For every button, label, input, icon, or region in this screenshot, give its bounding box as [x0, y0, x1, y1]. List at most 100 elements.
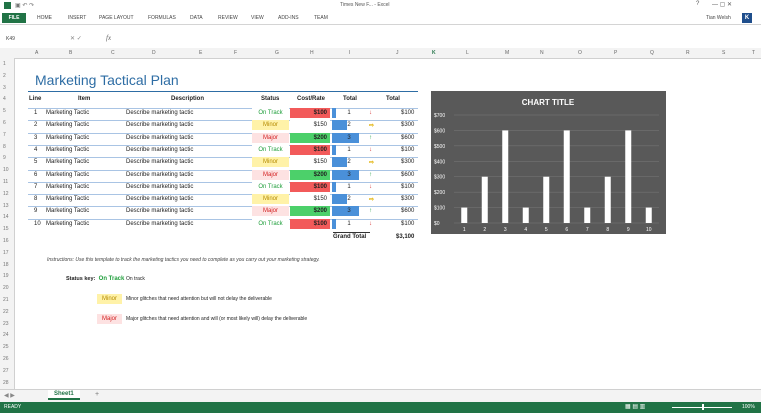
row-header[interactable]: 10 — [3, 167, 9, 173]
cell-item[interactable]: Marketing Tactic — [46, 110, 89, 116]
cell-line[interactable]: 3 — [34, 135, 37, 141]
column-header-g[interactable]: G — [275, 50, 279, 56]
user-name[interactable]: Tian Welsh — [706, 15, 731, 21]
row-header[interactable]: 11 — [3, 179, 8, 185]
cell-cost[interactable]: $150 — [290, 157, 330, 168]
column-header-a[interactable]: A — [35, 50, 38, 56]
column-header-s[interactable]: S — [722, 50, 725, 56]
cell-cost[interactable]: $150 — [290, 194, 330, 205]
cell-total[interactable]: $600 — [401, 135, 414, 141]
row-header[interactable]: 22 — [3, 309, 9, 315]
view-mode-icons[interactable]: ▦ ▤ ▥ — [625, 403, 645, 410]
tab-file[interactable]: FILE — [2, 13, 26, 23]
zoom-level[interactable]: 100% — [742, 404, 755, 410]
cell-total[interactable]: $300 — [401, 122, 414, 128]
tab-formulas[interactable]: FORMULAS — [148, 15, 176, 21]
cell-status[interactable]: Major — [252, 169, 289, 180]
cell-description[interactable]: Describe marketing tactic — [126, 147, 193, 153]
add-sheet-button[interactable]: + — [95, 391, 99, 398]
row-header[interactable]: 26 — [3, 356, 9, 362]
cell-quantity[interactable]: 3 — [344, 170, 354, 180]
cell-item[interactable]: Marketing Tactic — [46, 208, 89, 214]
cell-quantity[interactable]: 3 — [344, 133, 354, 143]
cell-description[interactable]: Describe marketing tactic — [126, 196, 193, 202]
tab-page-layout[interactable]: PAGE LAYOUT — [99, 15, 134, 21]
cell-total[interactable]: $100 — [401, 147, 414, 153]
cell-total[interactable]: $600 — [401, 208, 414, 214]
cell-quantity[interactable]: 1 — [344, 182, 354, 192]
cell-item[interactable]: Marketing Tactic — [46, 221, 89, 227]
window-controls[interactable]: — ▢ ✕ — [712, 1, 732, 8]
formula-input[interactable] — [118, 33, 754, 45]
row-header[interactable]: 12 — [3, 191, 9, 197]
cell-total[interactable]: $100 — [401, 110, 414, 116]
row-header[interactable]: 20 — [3, 285, 9, 291]
cell-description[interactable]: Describe marketing tactic — [126, 221, 193, 227]
column-header-p[interactable]: P — [614, 50, 617, 56]
row-header[interactable]: 28 — [3, 380, 9, 386]
column-header-o[interactable]: O — [578, 50, 582, 56]
cell-total[interactable]: $300 — [401, 159, 414, 165]
row-header[interactable]: 9 — [3, 155, 6, 161]
cell-line[interactable]: 9 — [34, 208, 37, 214]
cell-item[interactable]: Marketing Tactic — [46, 159, 89, 165]
cell-item[interactable]: Marketing Tactic — [46, 147, 89, 153]
cell-status[interactable]: Major — [252, 132, 289, 143]
cell-description[interactable]: Describe marketing tactic — [126, 110, 193, 116]
row-header[interactable]: 1 — [3, 61, 6, 67]
column-header-i[interactable]: I — [349, 50, 350, 56]
cell-cost[interactable]: $150 — [290, 120, 330, 131]
cell-status[interactable]: On Track — [252, 108, 289, 118]
row-header[interactable]: 3 — [3, 85, 6, 91]
column-header-k[interactable]: K — [432, 50, 436, 56]
cell-total[interactable]: $100 — [401, 221, 414, 227]
cell-status[interactable]: On Track — [252, 218, 289, 229]
cell-item[interactable]: Marketing Tactic — [46, 135, 89, 141]
cell-line[interactable]: 7 — [34, 184, 37, 190]
bar-chart[interactable]: CHART TITLE $0 $100 $200 $300 $400 $500 $600 $70… — [431, 91, 666, 234]
cell-total[interactable]: $300 — [401, 196, 414, 202]
cell-description[interactable]: Describe marketing tactic — [126, 135, 193, 141]
row-header[interactable]: 5 — [3, 108, 6, 114]
cell-line[interactable]: 6 — [34, 172, 37, 178]
user-avatar[interactable]: K — [742, 13, 752, 23]
cell-total[interactable]: $600 — [401, 172, 414, 178]
tab-home[interactable]: HOME — [37, 15, 52, 21]
cell-description[interactable]: Describe marketing tactic — [126, 208, 193, 214]
tab-view[interactable]: VIEW — [251, 15, 264, 21]
cell-description[interactable]: Describe marketing tactic — [126, 159, 193, 165]
cell-line[interactable]: 4 — [34, 147, 37, 153]
cell-quantity[interactable]: 1 — [344, 219, 354, 229]
row-header[interactable]: 27 — [3, 368, 9, 374]
row-header[interactable]: 15 — [3, 226, 9, 232]
cell-cost[interactable]: $100 — [290, 108, 330, 118]
cell-quantity[interactable]: 3 — [344, 206, 354, 216]
cell-cost[interactable]: $100 — [290, 181, 330, 192]
cell-cost[interactable]: $100 — [290, 144, 330, 155]
tab-insert[interactable]: INSERT — [68, 15, 86, 21]
cell-item[interactable]: Marketing Tactic — [46, 184, 89, 190]
cell-description[interactable]: Describe marketing tactic — [126, 172, 193, 178]
cell-quantity[interactable]: 1 — [344, 108, 354, 118]
column-header-d[interactable]: D — [152, 50, 156, 56]
row-header[interactable]: 14 — [3, 214, 9, 220]
cell-total[interactable]: $100 — [401, 184, 414, 190]
row-header[interactable]: 2 — [3, 73, 6, 79]
row-header[interactable]: 25 — [3, 344, 9, 350]
row-header[interactable]: 13 — [3, 203, 9, 209]
row-header[interactable]: 24 — [3, 332, 9, 338]
column-header-q[interactable]: Q — [650, 50, 654, 56]
save-icon[interactable]: ▣ ↶ ↷ — [15, 2, 34, 9]
tab-team[interactable]: TEAM — [314, 15, 328, 21]
column-header-l[interactable]: L — [466, 50, 469, 56]
help-icon[interactable]: ? — [696, 1, 699, 7]
row-header[interactable]: 19 — [3, 273, 9, 279]
row-header[interactable]: 6 — [3, 120, 6, 126]
tab-review[interactable]: REVIEW — [218, 15, 238, 21]
sheet-nav-icon[interactable]: ◀ ▶ — [4, 392, 15, 399]
cell-cost[interactable]: $200 — [290, 206, 330, 217]
zoom-slider-thumb[interactable] — [702, 404, 704, 410]
cell-item[interactable]: Marketing Tactic — [46, 196, 89, 202]
row-header[interactable]: 21 — [3, 297, 9, 303]
row-header[interactable]: 23 — [3, 321, 9, 327]
